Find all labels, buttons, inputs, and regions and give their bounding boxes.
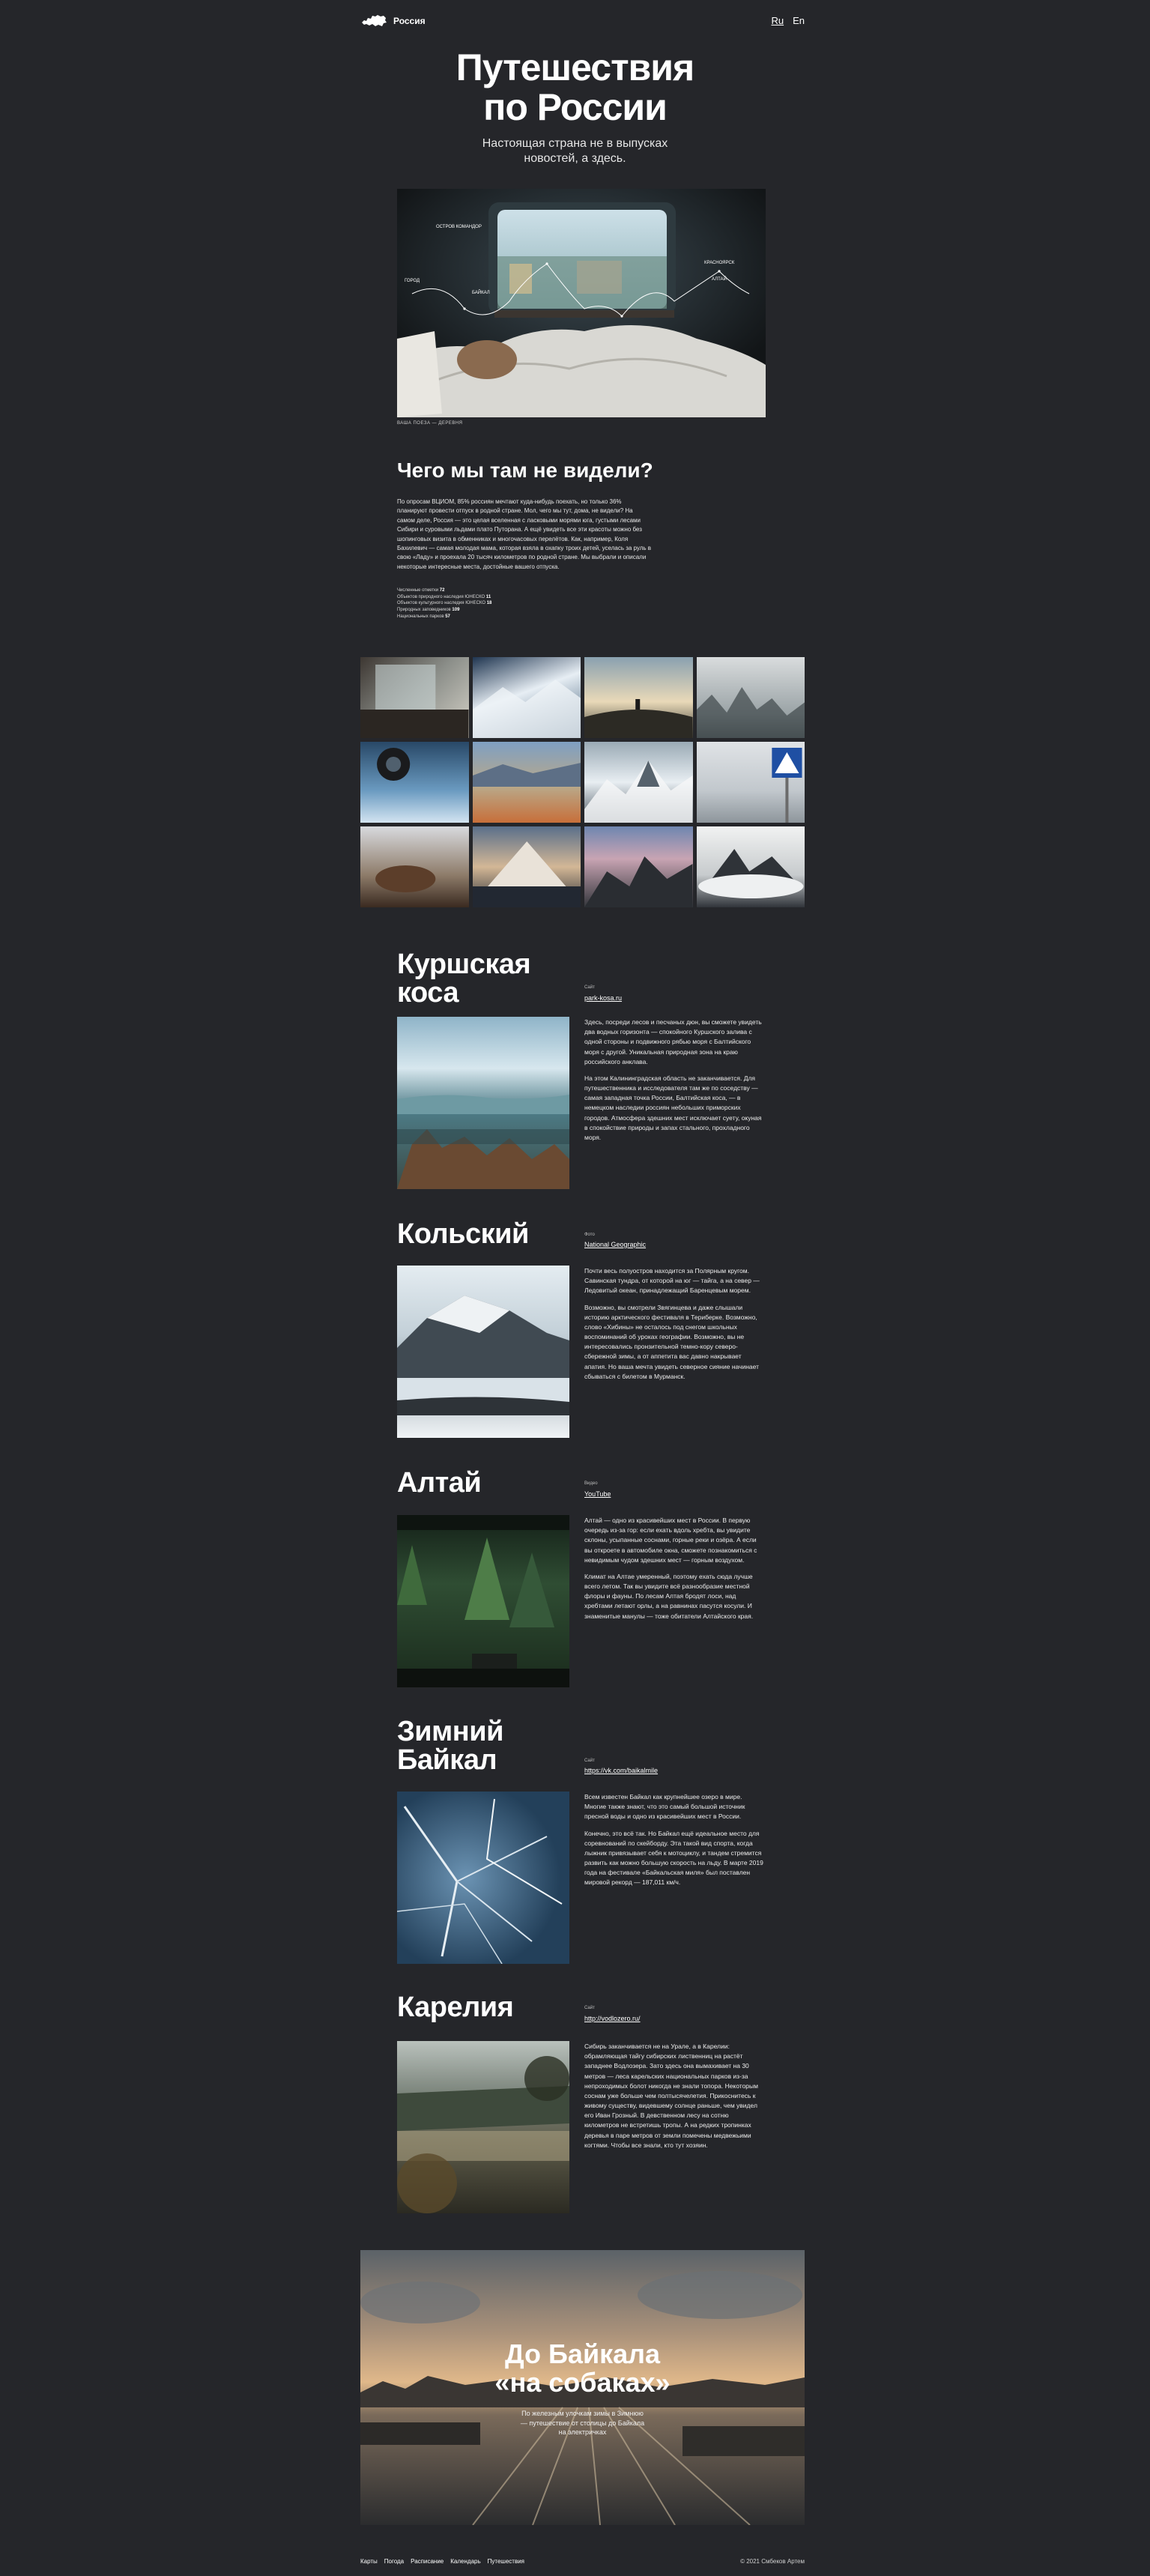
section-image-winter-baikal xyxy=(397,1792,569,1964)
section-paragraph: Возможно, вы смотрели Звягинцева и даже … xyxy=(584,1303,759,1380)
source-link[interactable]: park-kosa.ru xyxy=(584,994,622,1002)
photo-grid xyxy=(360,657,805,907)
hero-caption: ВАША ПОЕЗА — ДЕРЕВНЯ xyxy=(397,421,463,426)
map-label-4: КРАСНОЯРСК xyxy=(704,261,735,265)
page-subtitle: Настоящая страна не в выпусках новостей,… xyxy=(0,136,1150,166)
source-link[interactable]: https://vk.com/baikalmile xyxy=(584,1767,658,1774)
map-label-5: АЛТАЙ xyxy=(712,276,727,282)
section-paragraph: Климат на Алтае умеренный, поэтому ехать… xyxy=(584,1572,754,1620)
banner-title: До Байкала «на собаках» xyxy=(360,2340,805,2397)
photo-tile-snow-peaks[interactable] xyxy=(584,742,693,823)
page-subtitle-line1: Настоящая страна не в выпусках xyxy=(482,137,668,150)
lang-ru[interactable]: Ru xyxy=(771,15,784,26)
page-title-line1: Путешествия xyxy=(456,46,694,88)
source-link[interactable]: http://vodlozero.ru/ xyxy=(584,2015,641,2022)
banner-title-line: До Байкала xyxy=(504,2338,661,2369)
intro-text: По опросам ВЦИОМ, 85% россиян мечтают ку… xyxy=(397,498,652,570)
section-text-winter-baikal: Всем известен Байкал как крупнейшее озер… xyxy=(584,1792,764,1895)
site-header: Россия Ru En xyxy=(360,13,805,31)
stats-list: Численные отметки 72 Объектов природного… xyxy=(397,587,491,620)
section-paragraph: Всем известен Байкал как крупнейшее озер… xyxy=(584,1793,745,1821)
stat-item: Природных заповедников 109 xyxy=(397,608,460,613)
section-text-karelia: Сибирь заканчивается не на Урале, а в Ка… xyxy=(584,2042,764,2157)
photo-tile-sunset-hill[interactable] xyxy=(584,657,693,738)
source-label: Сайт xyxy=(584,1759,595,1763)
hero-train-image: ОСТРОВ КОМАНДОР ГОРОД БАЙКАЛ КРАСНОЯРСК … xyxy=(397,189,766,417)
photo-tile-train-window[interactable] xyxy=(360,657,469,738)
photo-tile-ice-camera[interactable] xyxy=(360,742,469,823)
section-title-line: Куршская xyxy=(397,949,531,980)
stat-item: Объектов культурного наследия ЮНЕСКО 18 xyxy=(397,601,492,606)
map-label-1: ОСТРОВ КОМАНДОР xyxy=(436,225,482,229)
language-switcher: Ru En xyxy=(771,15,805,26)
photo-tile-foggy-forest[interactable] xyxy=(696,657,805,738)
copyright: © 2021 Смбеков Артем xyxy=(740,2558,805,2565)
section-paragraph: Конечно, это всё так. Но Байкал ещё идеа… xyxy=(584,1829,763,1887)
promo-banner-baikal[interactable]: До Байкала «на собаках» По железным улоч… xyxy=(360,2250,805,2525)
intro-title: Чего мы там не видели? xyxy=(397,459,653,482)
section-title-line: Кольский xyxy=(397,1218,529,1250)
russia-map-icon xyxy=(362,15,387,26)
section-title-altai: Алтай xyxy=(397,1467,482,1499)
source-label: Фото xyxy=(584,1233,595,1237)
section-title-kola: Кольский xyxy=(397,1220,529,1248)
section-image-kola xyxy=(397,1266,569,1438)
logo[interactable]: Россия xyxy=(360,13,426,28)
section-title-line: Алтай xyxy=(397,1467,482,1499)
lang-en[interactable]: En xyxy=(793,15,805,26)
banner-subtitle: По железным улочкам зимы в Зимнюю — путе… xyxy=(360,2409,805,2437)
stat-item: Национальных парков 57 xyxy=(397,614,450,619)
section-text-kola: Почти весь полуостров находится за Поляр… xyxy=(584,1266,764,1388)
page-title: Путешествия по России xyxy=(0,48,1150,127)
stat-item: Численные отметки 72 xyxy=(397,588,445,593)
stat-item: Объектов природного наследия ЮНЕСКО 11 xyxy=(397,594,491,599)
section-paragraph: На этом Калининградская область не закан… xyxy=(584,1074,762,1141)
section-paragraph: Сибирь заканчивается не на Урале, а в Ка… xyxy=(584,2043,758,2149)
section-image-altai xyxy=(397,1515,569,1687)
footer-link-travel[interactable]: Путешествия xyxy=(488,2558,524,2565)
section-image-karelia xyxy=(397,2041,569,2213)
footer-link-weather[interactable]: Погода xyxy=(384,2558,404,2565)
map-label-2: ГОРОД xyxy=(405,279,420,283)
photo-tile-cloud-peaks[interactable] xyxy=(696,826,805,907)
footer-link-schedule[interactable]: Расписание xyxy=(411,2558,444,2565)
section-image-curonian-spit xyxy=(397,1017,569,1189)
section-title-karelia: Карелия xyxy=(397,1992,514,2023)
photo-tile-volcano[interactable] xyxy=(472,826,581,907)
section-paragraph: Здесь, посреди лесов и песчаных дюн, вы … xyxy=(584,1018,762,1065)
section-title-line: Зимний xyxy=(397,1716,503,1747)
banner-subtitle-line: на электричках xyxy=(558,2428,607,2437)
section-title-line: коса xyxy=(397,977,459,1009)
section-title-line: Байкал xyxy=(397,1744,497,1776)
source-link[interactable]: National Geographic xyxy=(584,1241,646,1248)
page-title-line2: по России xyxy=(483,85,668,128)
banner-title-line: «на собаках» xyxy=(494,2366,671,2398)
source-label: Сайт xyxy=(584,2006,595,2010)
map-label-3: БАЙКАЛ xyxy=(472,289,490,295)
footer-nav: Карты Погода Расписание Календарь Путеше… xyxy=(360,2558,524,2565)
section-paragraph: Почти весь полуостров находится за Поляр… xyxy=(584,1267,760,1295)
footer-link-calendar[interactable]: Календарь xyxy=(450,2558,480,2565)
photo-tile-rocky-ridge[interactable] xyxy=(584,826,693,907)
banner-subtitle-line: — путешествие от столицы до Байкала xyxy=(520,2419,645,2427)
section-paragraph: Алтай — одно из красивейших мест в Росси… xyxy=(584,1517,757,1564)
footer-link-maps[interactable]: Карты xyxy=(360,2558,378,2565)
photo-tile-winter-sign[interactable] xyxy=(696,742,805,823)
section-title-curonian-spit: Куршская коса xyxy=(397,949,531,1009)
source-label: Видео xyxy=(584,1481,598,1486)
section-text-curonian-spit: Здесь, посреди лесов и песчаных дюн, вы … xyxy=(584,1018,764,1149)
section-title-winter-baikal: Зимний Байкал xyxy=(397,1717,503,1774)
logo-text: Россия xyxy=(393,16,426,26)
photo-tile-desert-coast[interactable] xyxy=(472,742,581,823)
banner-subtitle-line: По железным улочкам зимы в Зимнюю xyxy=(521,2410,644,2417)
source-link[interactable]: YouTube xyxy=(584,1490,611,1498)
photo-tile-snowy-mountains-aerial[interactable] xyxy=(472,657,581,738)
section-text-altai: Алтай — одно из красивейших мест в Росси… xyxy=(584,1516,764,1628)
source-label: Сайт xyxy=(584,985,595,990)
section-title-line: Карелия xyxy=(397,1992,514,2023)
photo-tile-campfire-tea[interactable] xyxy=(360,826,469,907)
page-subtitle-line2: новостей, а здесь. xyxy=(524,152,626,165)
